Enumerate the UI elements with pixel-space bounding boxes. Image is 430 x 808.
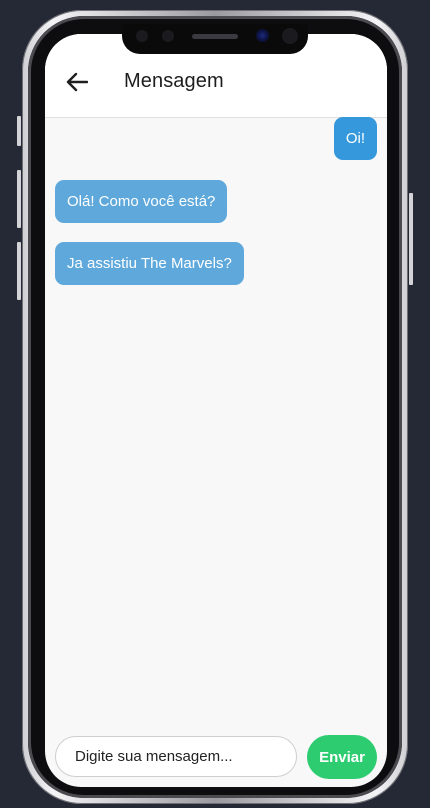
message-list: Oi! Olá! Como você está? Ja assistiu The…: [45, 117, 387, 718]
sensor-dot: [282, 28, 298, 44]
message-bubble-received: Ja assistiu The Marvels?: [55, 242, 244, 285]
page-title: Mensagem: [124, 70, 224, 92]
arrow-left-icon: [66, 72, 88, 92]
volume-down-button: [17, 242, 21, 300]
send-button[interactable]: Enviar: [307, 735, 377, 779]
mute-switch: [17, 116, 21, 146]
message-bubble-received: Olá! Como você está?: [55, 180, 228, 223]
earpiece-speaker: [192, 34, 238, 39]
message-composer: Enviar: [45, 724, 387, 787]
back-button[interactable]: [63, 68, 91, 96]
front-camera: [256, 29, 269, 42]
phone-screen: Mensagem Oi! Olá! Como você está? Ja ass…: [45, 34, 387, 787]
message-bubble-sent: Oi!: [333, 117, 377, 160]
sensor-dot: [136, 30, 148, 42]
message-input[interactable]: [55, 736, 297, 777]
power-button: [409, 193, 413, 285]
volume-up-button: [17, 170, 21, 228]
sensor-dot: [162, 30, 174, 42]
phone-notch: [122, 24, 308, 54]
